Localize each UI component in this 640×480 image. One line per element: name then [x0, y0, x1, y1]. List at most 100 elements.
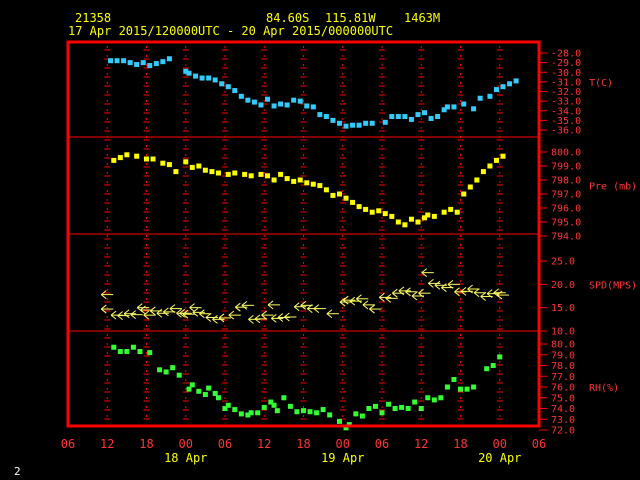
x-tick-label: 06	[375, 437, 389, 451]
data-point-pres	[144, 156, 149, 162]
data-point-pres	[415, 219, 421, 225]
data-point-pres	[356, 204, 362, 210]
x-tick-label: 12	[414, 437, 428, 451]
y-tick-label: 794.0	[551, 232, 581, 243]
y-tick-label: 800.0	[551, 148, 581, 159]
wind-arrow-head	[493, 288, 500, 294]
data-point-temp	[493, 87, 499, 93]
wind-arrow-head	[205, 317, 212, 322]
data-point-pres	[189, 164, 195, 170]
data-point-rh	[271, 402, 277, 408]
y-tick-label: 20.0	[551, 280, 575, 291]
x-day-label: 19 Apr	[321, 451, 364, 465]
data-point-temp	[219, 81, 225, 87]
y-tick-label: 80.0	[551, 340, 575, 351]
station-id: 21358	[75, 11, 111, 25]
data-point-rh	[196, 388, 202, 394]
data-point-pres	[248, 173, 254, 179]
wind-arrow-head	[218, 313, 225, 319]
data-point-rh	[186, 386, 192, 392]
data-point-temp	[199, 75, 205, 81]
wind-arrow-head	[143, 314, 150, 320]
wind-arrow-head	[293, 306, 300, 312]
x-day-label: 18 Apr	[164, 451, 207, 465]
wind-arrow-head	[378, 293, 385, 298]
data-point-rh	[307, 409, 313, 415]
wind-arrow-head	[169, 304, 176, 309]
data-point-rh	[215, 395, 221, 401]
data-point-temp	[251, 99, 257, 105]
data-point-rh	[379, 410, 385, 416]
data-point-rh	[444, 384, 450, 390]
data-point-temp	[428, 115, 434, 121]
data-point-temp	[278, 101, 284, 107]
data-point-pres	[242, 171, 248, 177]
data-point-rh	[124, 349, 130, 355]
wind-arrow-head	[228, 310, 235, 316]
data-point-pres	[134, 153, 140, 159]
wind-arrow-head	[473, 292, 480, 298]
data-point-pres	[487, 163, 493, 169]
data-point-rh	[117, 349, 123, 355]
station-elevation: 1463M	[404, 11, 440, 25]
data-point-pres	[480, 169, 486, 175]
data-point-temp	[121, 58, 127, 64]
wind-arrow-head	[100, 294, 107, 299]
wind-arrow-head	[235, 306, 241, 312]
data-point-rh	[255, 410, 261, 416]
data-point-rh	[212, 390, 218, 396]
y-tick-label: 72.0	[551, 426, 575, 437]
data-point-rh	[137, 349, 143, 355]
data-point-temp	[245, 97, 251, 103]
panel-label: Pre (mb)	[589, 182, 637, 193]
wind-arrow-head	[460, 286, 467, 292]
wind-arrow-head	[271, 318, 277, 323]
data-point-rh	[176, 372, 182, 378]
data-point-temp	[500, 84, 506, 90]
data-point-rh	[458, 386, 463, 392]
wind-arrow-head	[405, 291, 411, 297]
wind-arrow-head	[199, 313, 205, 319]
data-point-pres	[150, 156, 156, 162]
data-point-temp	[461, 101, 467, 107]
data-point-temp	[369, 120, 375, 126]
y-tick-label: 78.0	[551, 361, 575, 372]
y-tick-label: 796.0	[551, 204, 581, 215]
y-tick-label: 10.0	[551, 327, 575, 338]
wind-arrow-head	[480, 296, 486, 301]
wind-arrow-head	[454, 287, 460, 293]
wind-arrow-head	[277, 313, 284, 318]
data-point-rh	[484, 366, 490, 372]
data-point-temp	[323, 114, 329, 120]
wind-arrow-head	[326, 313, 333, 319]
data-point-rh	[366, 406, 372, 411]
data-point-temp	[238, 93, 244, 99]
y-tick-label: 798.0	[551, 176, 581, 187]
data-point-temp	[304, 103, 310, 109]
wind-arrow-head	[313, 308, 320, 313]
data-point-temp	[265, 96, 271, 102]
data-point-temp	[258, 102, 264, 108]
data-point-pres	[124, 152, 130, 158]
wind-arrow-head	[362, 300, 369, 306]
wind-arrow-head	[349, 300, 356, 306]
wind-arrow-head	[110, 310, 117, 316]
corner-label: 2	[14, 465, 21, 478]
data-point-pres	[278, 171, 284, 177]
station-longitude: 115.81W	[325, 11, 376, 25]
marks-layer	[100, 56, 519, 431]
data-point-temp	[389, 114, 395, 120]
data-point-temp	[477, 95, 483, 101]
wind-arrow-head	[189, 303, 195, 309]
data-point-temp	[291, 97, 297, 103]
x-tick-label: 06	[532, 437, 546, 451]
data-point-temp	[402, 114, 408, 120]
data-point-rh	[314, 410, 320, 416]
data-point-pres	[431, 213, 437, 219]
data-point-pres	[425, 212, 431, 218]
wind-arrow-head	[254, 314, 261, 320]
data-point-pres	[336, 191, 342, 197]
station-latitude: 84.60S	[266, 11, 309, 25]
data-point-pres	[284, 176, 290, 182]
data-point-temp	[108, 58, 114, 64]
